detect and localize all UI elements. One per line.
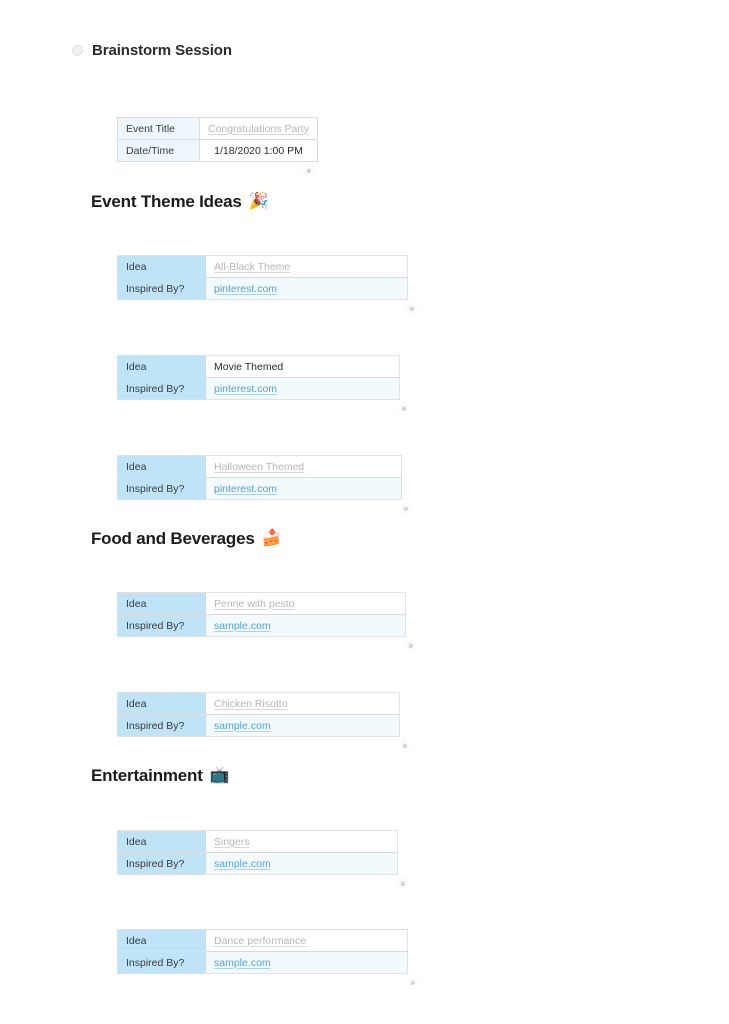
- table-row: Inspired By? pinterest.com: [117, 377, 400, 400]
- section-heading-food-and-beverages: Food and Beverages 🍰: [91, 529, 282, 549]
- inspired-by-link[interactable]: sample.com: [214, 957, 271, 969]
- inspired-by-label: Inspired By?: [117, 277, 206, 300]
- idea-table: Idea Penne with pesto Inspired By? sampl…: [117, 592, 406, 637]
- inspired-by-label: Inspired By?: [117, 852, 206, 875]
- idea-table-block: Idea Singers Inspired By? sample.com: [117, 830, 409, 890]
- inspired-by-value[interactable]: sample.com: [205, 714, 400, 737]
- inspired-by-value[interactable]: sample.com: [205, 951, 408, 974]
- section-heading-label: Event Theme Ideas: [91, 192, 242, 211]
- idea-table: Idea Chicken Risotto Inspired By? sample…: [117, 692, 400, 737]
- resize-handle-icon[interactable]: [396, 877, 409, 890]
- idea-table: Idea Dance performance Inspired By? samp…: [117, 929, 408, 974]
- table-row: Inspired By? sample.com: [117, 614, 406, 637]
- party-popper-emoji: 🎉: [248, 193, 269, 210]
- idea-value[interactable]: Dance performance: [205, 929, 408, 952]
- inspired-by-value[interactable]: pinterest.com: [205, 377, 400, 400]
- table-row: Inspired By? pinterest.com: [117, 477, 402, 500]
- section-heading-entertainment: Entertainment 📺: [91, 766, 230, 786]
- idea-value[interactable]: Penne with pesto: [205, 592, 406, 615]
- resize-handle-icon[interactable]: [405, 302, 418, 315]
- inspired-by-label: Inspired By?: [117, 714, 206, 737]
- inspired-by-value[interactable]: pinterest.com: [205, 477, 402, 500]
- idea-label: Idea: [117, 255, 206, 278]
- table-row: Idea Movie Themed: [117, 355, 400, 378]
- idea-table-block: Idea All-Black Theme Inspired By? pinter…: [117, 255, 418, 315]
- television-emoji: 📺: [209, 767, 230, 784]
- inspired-by-link[interactable]: sample.com: [214, 858, 271, 870]
- event-info-table: Event Title Congratulations Party Date/T…: [117, 117, 318, 162]
- inspired-by-value[interactable]: sample.com: [205, 614, 406, 637]
- idea-value[interactable]: Halloween Themed: [205, 455, 402, 478]
- idea-label: Idea: [117, 692, 206, 715]
- idea-label: Idea: [117, 830, 206, 853]
- event-title-value[interactable]: Congratulations Party: [199, 117, 318, 140]
- inspired-by-label: Inspired By?: [117, 951, 206, 974]
- idea-table: Idea All-Black Theme Inspired By? pinter…: [117, 255, 408, 300]
- event-datetime-label: Date/Time: [117, 139, 200, 162]
- radio-circle-icon[interactable]: [72, 45, 83, 56]
- idea-value[interactable]: Chicken Risotto: [205, 692, 400, 715]
- idea-value[interactable]: All-Black Theme: [205, 255, 408, 278]
- section-heading-label: Entertainment: [91, 766, 203, 785]
- idea-label: Idea: [117, 455, 206, 478]
- table-row: Inspired By? sample.com: [117, 714, 400, 737]
- inspired-by-value[interactable]: pinterest.com: [205, 277, 408, 300]
- inspired-by-link[interactable]: sample.com: [214, 720, 271, 732]
- resize-handle-icon[interactable]: [404, 639, 417, 652]
- idea-table-block: Idea Dance performance Inspired By? samp…: [117, 929, 419, 989]
- table-row: Idea Penne with pesto: [117, 592, 406, 615]
- idea-table: Idea Movie Themed Inspired By? pinterest…: [117, 355, 400, 400]
- idea-label: Idea: [117, 355, 206, 378]
- inspired-by-link[interactable]: sample.com: [214, 620, 271, 632]
- document-title-row: Brainstorm Session: [72, 42, 232, 59]
- document-page: Brainstorm Session Event Title Congratul…: [0, 0, 729, 1024]
- page-title: Brainstorm Session: [92, 42, 232, 59]
- event-info-table-block: Event Title Congratulations Party Date/T…: [117, 117, 318, 177]
- resize-handle-icon[interactable]: [398, 739, 411, 752]
- cake-slice-emoji: 🍰: [261, 530, 282, 547]
- section-heading-event-theme-ideas: Event Theme Ideas 🎉: [91, 192, 269, 212]
- idea-table-block: Idea Penne with pesto Inspired By? sampl…: [117, 592, 417, 652]
- table-row: Idea Chicken Risotto: [117, 692, 400, 715]
- event-title-label: Event Title: [117, 117, 200, 140]
- table-row: Inspired By? sample.com: [117, 951, 408, 974]
- resize-handle-icon[interactable]: [397, 402, 410, 415]
- table-row: Event Title Congratulations Party: [117, 117, 318, 140]
- inspired-by-link[interactable]: pinterest.com: [214, 283, 277, 295]
- table-row: Idea Halloween Themed: [117, 455, 402, 478]
- idea-table-block: Idea Halloween Themed Inspired By? pinte…: [117, 455, 412, 515]
- inspired-by-label: Inspired By?: [117, 377, 206, 400]
- idea-label: Idea: [117, 929, 206, 952]
- table-row: Idea All-Black Theme: [117, 255, 408, 278]
- table-row: Inspired By? sample.com: [117, 852, 398, 875]
- inspired-by-label: Inspired By?: [117, 477, 206, 500]
- idea-label: Idea: [117, 592, 206, 615]
- table-row: Idea Dance performance: [117, 929, 408, 952]
- inspired-by-value[interactable]: sample.com: [205, 852, 398, 875]
- table-row: Inspired By? pinterest.com: [117, 277, 408, 300]
- inspired-by-link[interactable]: pinterest.com: [214, 483, 277, 495]
- table-row: Date/Time 1/18/2020 1:00 PM: [117, 139, 318, 162]
- section-heading-label: Food and Beverages: [91, 529, 255, 548]
- event-datetime-value[interactable]: 1/18/2020 1:00 PM: [199, 139, 318, 162]
- inspired-by-link[interactable]: pinterest.com: [214, 383, 277, 395]
- resize-handle-icon[interactable]: [399, 502, 412, 515]
- idea-table-block: Idea Movie Themed Inspired By? pinterest…: [117, 355, 410, 415]
- idea-value[interactable]: Movie Themed: [205, 355, 400, 378]
- table-row: Idea Singers: [117, 830, 398, 853]
- idea-table-block: Idea Chicken Risotto Inspired By? sample…: [117, 692, 411, 752]
- inspired-by-label: Inspired By?: [117, 614, 206, 637]
- idea-value[interactable]: Singers: [205, 830, 398, 853]
- idea-table: Idea Singers Inspired By? sample.com: [117, 830, 398, 875]
- resize-handle-icon[interactable]: [406, 976, 419, 989]
- idea-table: Idea Halloween Themed Inspired By? pinte…: [117, 455, 402, 500]
- resize-handle-icon[interactable]: [302, 164, 315, 177]
